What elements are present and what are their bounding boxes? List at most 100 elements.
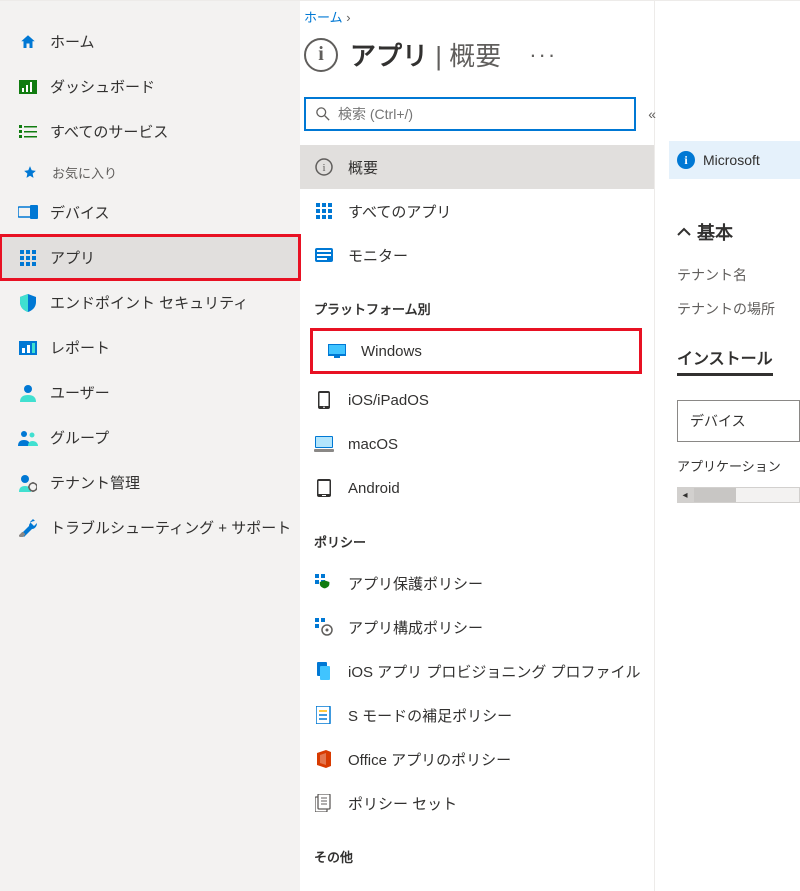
menu-overview[interactable]: i 概要 [300,145,654,189]
scroll-left-button[interactable]: ◂ [677,487,693,503]
macos-icon [314,436,334,452]
menu-office-policy-label: Office アプリのポリシー [348,749,511,770]
search-box[interactable] [304,97,636,131]
tenant-admin-icon [18,474,38,492]
nav-troubleshoot[interactable]: トラブルシューティング + サポート [0,505,300,550]
nav-users-label: ユーザー [50,382,110,403]
menu-policy-set[interactable]: ポリシー セット [300,781,654,825]
blade-title-sep: | [428,41,449,71]
menu-android[interactable]: Android [300,466,654,510]
nav-devices[interactable]: デバイス [0,190,300,235]
nav-favorites-header: お気に入り [0,154,300,190]
menu-overview-label: 概要 [348,157,378,178]
nav-apps[interactable]: アプリ [0,235,300,280]
user-icon [18,384,38,402]
menu-ios[interactable]: iOS/iPadOS [300,378,654,422]
monitor-icon [314,248,334,262]
wrench-icon [18,519,38,537]
nav-apps-label: アプリ [50,247,95,268]
menu-app-protection-label: アプリ保護ポリシー [348,573,483,594]
tenant-name-label: テナント名 [677,265,800,285]
menu-section-platform: プラットフォーム別 [300,277,654,328]
menu-android-label: Android [348,480,400,497]
basic-section-toggle[interactable]: 基本 [677,219,800,245]
scroll-track[interactable] [693,487,800,503]
menu-section-other: その他 [300,825,654,876]
application-note: アプリケーション [677,456,800,475]
nav-endpoint-security[interactable]: エンドポイント セキュリティ [0,280,300,325]
nav-dashboard-label: ダッシュボード [50,76,155,97]
menu-office-policy[interactable]: Office アプリのポリシー [300,737,654,781]
breadcrumb-home[interactable]: ホーム [304,10,343,25]
nav-home-label: ホーム [50,31,95,52]
menu-all-apps[interactable]: すべてのアプリ [300,189,654,233]
menu-macos[interactable]: macOS [300,422,654,466]
ios-icon [314,391,334,409]
apps-blade: ホーム › i アプリ | 概要 ··· « i 概要 [300,1,655,891]
menu-app-config-label: アプリ構成ポリシー [348,617,483,638]
horizontal-scrollbar[interactable]: ◂ [677,487,800,503]
scroll-thumb[interactable] [694,488,736,502]
nav-dashboard[interactable]: ダッシュボード [0,64,300,109]
shield-icon [18,294,38,312]
left-nav: ホーム ダッシュボード すべてのサービス お気に入り デバイス [0,1,300,891]
menu-windows[interactable]: Windows [313,331,639,371]
svg-text:i: i [322,162,325,174]
nav-groups-label: グループ [50,427,109,448]
list-icon [18,125,38,139]
nav-favorites-label: お気に入り [52,163,117,182]
more-actions-button[interactable]: ··· [529,42,557,68]
search-icon [316,107,330,121]
home-icon [18,33,38,51]
blade-title-sub: 概要 [449,41,501,71]
info-icon: i [677,151,695,169]
menu-monitor[interactable]: モニター [300,233,654,277]
blade-header: i アプリ | 概要 ··· [300,26,654,97]
nav-all-services-label: すべてのサービス [50,121,168,142]
overview-icon: i [314,158,334,176]
menu-section-policy: ポリシー [300,510,654,561]
menu-windows-label: Windows [361,343,422,360]
search-input[interactable] [338,106,624,122]
nav-home[interactable]: ホーム [0,19,300,64]
menu-ios-provisioning[interactable]: iOS アプリ プロビジョニング プロファイル [300,649,654,693]
star-icon [20,165,40,179]
policy-set-icon [314,794,334,812]
devices-icon [18,205,38,221]
ios-prov-icon [314,662,334,680]
menu-macos-label: macOS [348,436,398,453]
nav-reports-label: レポート [50,337,110,358]
nav-groups[interactable]: グループ [0,415,300,460]
install-subheader: インストール [677,345,773,376]
office-icon [314,750,334,768]
menu-ios-label: iOS/iPadOS [348,392,429,409]
nav-tenant-admin[interactable]: テナント管理 [0,460,300,505]
breadcrumb[interactable]: ホーム › [300,1,654,26]
menu-all-apps-label: すべてのアプリ [348,201,451,222]
info-circle-icon: i [304,38,338,72]
menu-app-config[interactable]: アプリ構成ポリシー [300,605,654,649]
menu-smode-label: S モードの補足ポリシー [348,705,512,726]
app-protection-icon [314,574,334,592]
android-icon [314,479,334,497]
smode-icon [314,706,334,724]
grid-icon [314,203,334,219]
nav-users[interactable]: ユーザー [0,370,300,415]
device-select[interactable]: デバイス [677,400,800,442]
chevron-up-icon [677,227,691,237]
nav-reports[interactable]: レポート [0,325,300,370]
dashboard-icon [18,80,38,94]
highlight-windows: Windows [310,328,642,374]
menu-monitor-label: モニター [348,245,408,266]
nav-troubleshoot-label: トラブルシューティング + サポート [50,517,291,538]
nav-tenant-admin-label: テナント管理 [50,472,140,493]
menu-app-protection[interactable]: アプリ保護ポリシー [300,561,654,605]
menu-smode[interactable]: S モードの補足ポリシー [300,693,654,737]
nav-endpoint-security-label: エンドポイント セキュリティ [50,292,248,313]
nav-all-services[interactable]: すべてのサービス [0,109,300,154]
basic-section-label: 基本 [697,219,733,245]
collapse-menu-button[interactable]: « [648,106,650,122]
info-banner[interactable]: i Microsoft [669,141,800,179]
breadcrumb-sep: › [346,10,350,25]
menu-ios-provisioning-label: iOS アプリ プロビジョニング プロファイル [348,661,641,682]
